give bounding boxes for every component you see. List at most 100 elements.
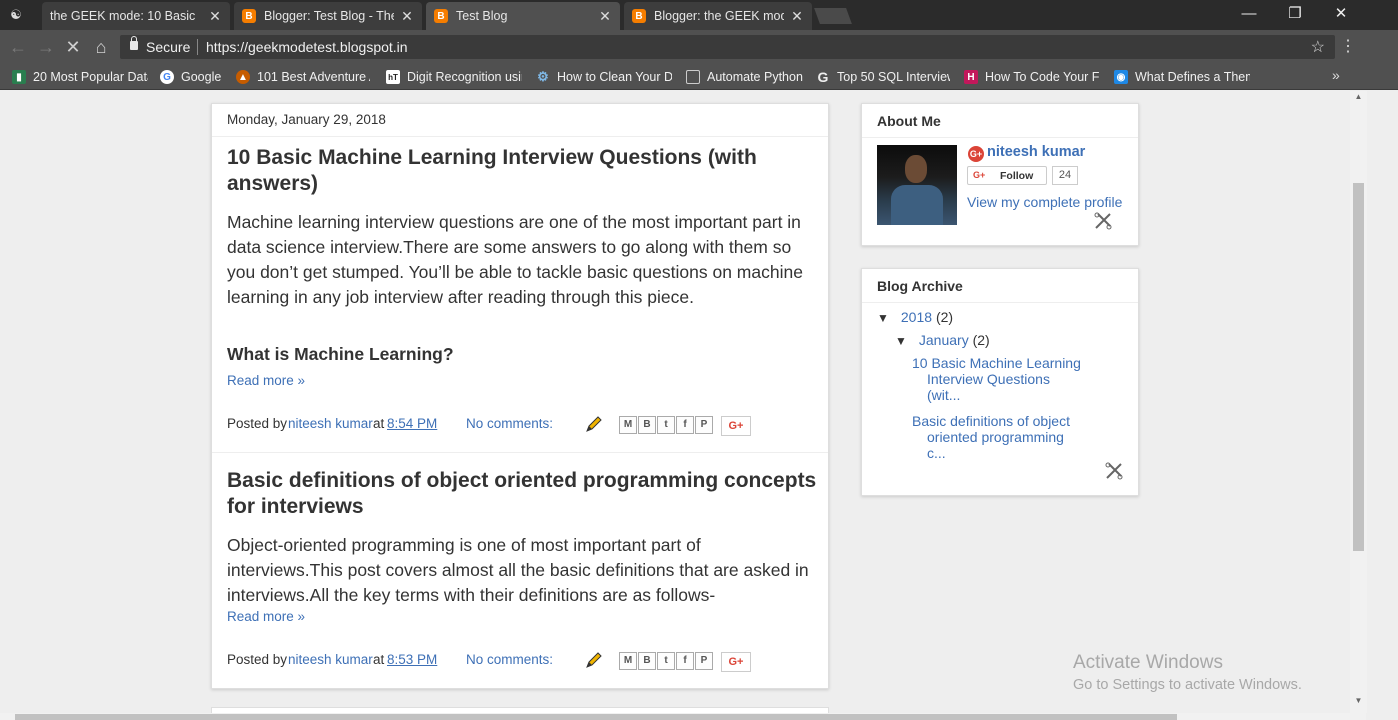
- post-snippet: Object-oriented programming is one of mo…: [227, 535, 809, 605]
- bookmark-item[interactable]: H How To Code Your Fir: [964, 68, 1100, 86]
- divider: [212, 136, 828, 137]
- restore-icon[interactable]: ❐: [1272, 3, 1318, 25]
- divider: [212, 452, 828, 453]
- collapse-triangle-icon[interactable]: ▼: [877, 311, 891, 325]
- g-icon: G: [817, 69, 829, 85]
- comments-link[interactable]: No comments:: [466, 652, 553, 667]
- at-label: at: [373, 652, 385, 667]
- facebook-share-icon[interactable]: f: [676, 416, 694, 434]
- url-text[interactable]: https://geekmodetest.blogspot.in: [206, 39, 408, 55]
- twitter-share-icon[interactable]: t: [657, 416, 675, 434]
- at-label: at: [373, 416, 385, 431]
- tab-title: Blogger: the GEEK mode: [654, 9, 784, 23]
- read-more-link[interactable]: Read more »: [227, 373, 305, 388]
- comments-link[interactable]: No comments:: [466, 416, 553, 431]
- horizontal-scrollbar[interactable]: [0, 713, 1366, 720]
- google-plus-share-icon[interactable]: G+: [721, 416, 751, 436]
- scrollbar-thumb[interactable]: [1353, 183, 1364, 551]
- bookmarks-bar: ▮ 20 Most Popular Data G Google ▲ 101 Be…: [0, 64, 1398, 90]
- tab-blogger-geek-mode[interactable]: B Blogger: the GEEK mode ✕: [624, 2, 812, 30]
- shield-icon: ◉: [1114, 70, 1128, 84]
- browser-menu-icon[interactable]: ⋮: [1340, 36, 1356, 58]
- about-me-widget: About Me G+ niteesh kumar G+ Follow 24 V…: [861, 103, 1139, 246]
- scroll-down-icon[interactable]: ▼: [1350, 695, 1367, 707]
- edit-widget-tools-icon[interactable]: [1094, 212, 1112, 230]
- post-title[interactable]: Basic definitions of object oriented pro…: [227, 468, 817, 520]
- close-tab-icon[interactable]: ✕: [208, 8, 222, 25]
- close-tab-icon[interactable]: ✕: [400, 8, 414, 25]
- close-tab-icon[interactable]: ✕: [598, 8, 612, 25]
- email-share-icon[interactable]: M: [619, 416, 637, 434]
- bookmark-item[interactable]: ▮ 20 Most Popular Data: [12, 68, 148, 86]
- address-bar[interactable]: Secure https://geekmodetest.blogspot.in …: [120, 35, 1335, 59]
- pinterest-share-icon[interactable]: P: [695, 416, 713, 434]
- more-bookmarks-icon[interactable]: »: [1332, 67, 1340, 83]
- tab-blogger-theme[interactable]: B Blogger: Test Blog - Them ✕: [234, 2, 422, 30]
- read-more-link[interactable]: Read more »: [227, 609, 305, 624]
- tab-test-blog[interactable]: B Test Blog ✕: [426, 2, 620, 30]
- browser-toolbar: ← → ✕ ⌂ Secure https://geekmodetest.blog…: [0, 30, 1398, 64]
- scrollbar-thumb[interactable]: [15, 714, 1177, 720]
- email-share-icon[interactable]: M: [619, 652, 637, 670]
- main-posts-column: Monday, January 29, 2018 10 Basic Machin…: [211, 103, 829, 689]
- close-tab-icon[interactable]: ✕: [790, 8, 804, 25]
- author-link[interactable]: niteesh kumar: [288, 416, 373, 431]
- bookmark-star-icon[interactable]: ☆: [1311, 37, 1325, 57]
- h-icon: H: [964, 70, 978, 84]
- archive-month[interactable]: ▼ January (2): [895, 332, 990, 348]
- vertical-scrollbar[interactable]: ▲ ▼: [1350, 91, 1367, 713]
- google-plus-share-icon[interactable]: G+: [721, 652, 751, 672]
- new-tab-button[interactable]: [814, 8, 852, 24]
- twitter-share-icon[interactable]: t: [657, 652, 675, 670]
- blogthis-share-icon[interactable]: B: [638, 416, 656, 434]
- google-plus-icon: G+: [968, 146, 984, 162]
- bookmark-item[interactable]: Automate Python: [686, 68, 804, 86]
- tab-geek-mode[interactable]: the GEEK mode: 10 Basic ✕: [42, 2, 230, 30]
- blogger-favicon-icon: B: [434, 9, 448, 23]
- archive-year[interactable]: ▼ 2018 (2): [877, 309, 953, 325]
- page-viewport: Monday, January 29, 2018 10 Basic Machin…: [0, 91, 1366, 713]
- profile-name-link[interactable]: niteesh kumar: [987, 144, 1085, 160]
- page-icon: [686, 70, 700, 84]
- post-snippet: Machine learning interview questions are…: [227, 212, 803, 307]
- incognito-icon: ☯: [10, 7, 22, 22]
- blogthis-share-icon[interactable]: B: [638, 652, 656, 670]
- tab-title: Blogger: Test Blog - Them: [264, 9, 394, 23]
- author-link[interactable]: niteesh kumar: [288, 652, 373, 667]
- post-time-link[interactable]: 8:53 PM: [387, 652, 437, 667]
- tab-title: the GEEK mode: 10 Basic: [50, 9, 196, 23]
- collapse-triangle-icon[interactable]: ▼: [895, 334, 909, 348]
- watermark-line-1: Activate Windows: [1073, 652, 1223, 673]
- bookmark-item[interactable]: ◉ What Defines a Them: [1114, 68, 1250, 86]
- archive-post-link[interactable]: 10 Basic Machine Learning Interview Ques…: [912, 355, 1082, 403]
- divider: [862, 137, 1138, 138]
- forward-arrow-icon[interactable]: →: [35, 36, 57, 58]
- pinterest-share-icon[interactable]: P: [695, 652, 713, 670]
- url-separator: [197, 39, 198, 55]
- view-profile-link[interactable]: View my complete profile: [967, 194, 1122, 210]
- bookmark-item[interactable]: hT Digit Recognition usin: [386, 68, 522, 86]
- edit-pencil-icon[interactable]: [585, 652, 603, 668]
- bookmark-item[interactable]: G Top 50 SQL Interview: [816, 68, 950, 86]
- close-window-icon[interactable]: ✕: [1318, 3, 1364, 25]
- stop-loading-icon[interactable]: ✕: [62, 36, 84, 58]
- archive-post-link[interactable]: Basic definitions of object oriented pro…: [912, 413, 1082, 461]
- gear-icon: ⚙: [537, 69, 549, 84]
- avatar[interactable]: [877, 145, 957, 225]
- follow-button[interactable]: G+ Follow: [967, 166, 1047, 185]
- bookmark-item[interactable]: ⚙ How to Clean Your Da: [536, 68, 672, 86]
- bookmark-item[interactable]: G Google: [160, 68, 226, 86]
- edit-pencil-icon[interactable]: [585, 416, 603, 432]
- post-footer: Posted by niteesh kumar at 8:54 PM No co…: [227, 414, 767, 436]
- bookmark-item[interactable]: ▲ 101 Best Adventure A: [236, 68, 370, 86]
- tab-title: Test Blog: [456, 9, 508, 23]
- back-arrow-icon[interactable]: ←: [7, 36, 29, 58]
- scroll-up-icon[interactable]: ▲: [1350, 91, 1367, 103]
- minimize-icon[interactable]: —: [1226, 3, 1272, 25]
- post-title[interactable]: 10 Basic Machine Learning Interview Ques…: [227, 145, 817, 197]
- home-icon[interactable]: ⌂: [90, 36, 112, 58]
- post-time-link[interactable]: 8:54 PM: [387, 416, 437, 431]
- edit-widget-tools-icon[interactable]: [1105, 462, 1123, 480]
- facebook-share-icon[interactable]: f: [676, 652, 694, 670]
- lock-icon: [130, 36, 138, 50]
